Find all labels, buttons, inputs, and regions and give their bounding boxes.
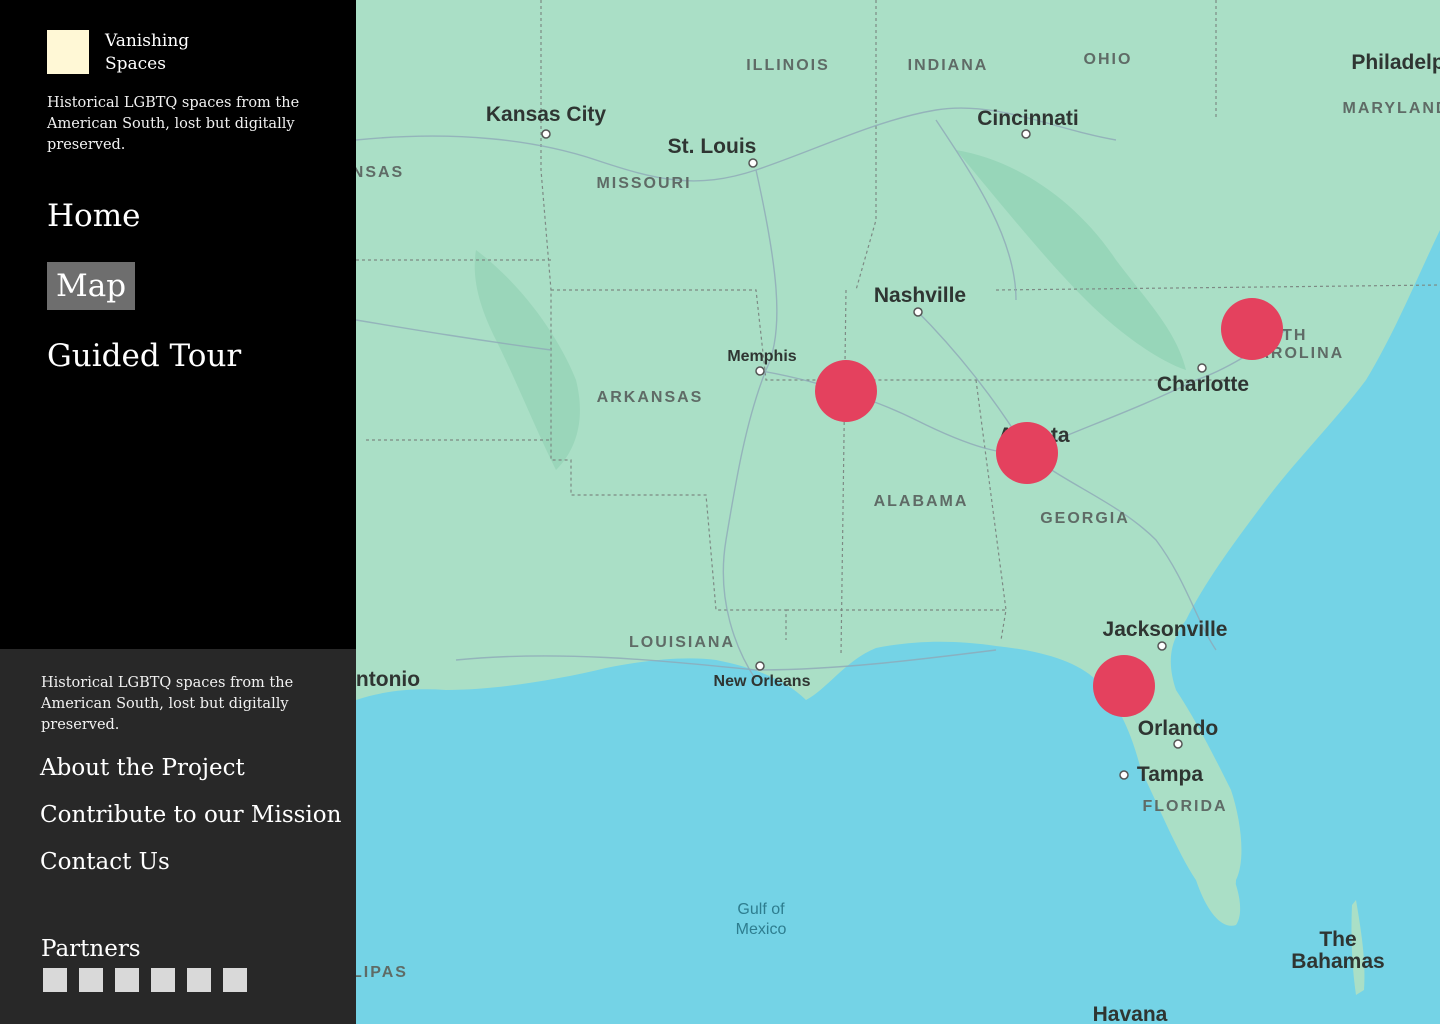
site-tagline: Historical LGBTQ spaces from the America… — [47, 95, 300, 153]
state-label-louisiana: LOUISIANA — [629, 634, 735, 651]
map-canvas[interactable]: ILLINOIS INDIANA OHIO MARYLAND MISSOURI … — [356, 0, 1440, 1024]
city-label-cincinnati: Cincinnati — [977, 107, 1079, 130]
location-marker[interactable] — [815, 360, 877, 422]
partner-logo[interactable] — [151, 968, 175, 992]
state-label-ohio: OHIO — [1083, 51, 1133, 68]
city-label-havana: Havana — [1092, 1003, 1168, 1024]
sidebar: Vanishing Spaces Historical LGBTQ spaces… — [0, 0, 356, 1024]
partner-logo[interactable] — [223, 968, 247, 992]
city-label-jacksonville: Jacksonville — [1102, 618, 1228, 641]
app-root: Vanishing Spaces Historical LGBTQ spaces… — [0, 0, 1440, 1024]
city-label-tampa: Tampa — [1136, 763, 1204, 786]
state-label-arkansas: ARKANSAS — [596, 389, 704, 406]
partner-logo[interactable] — [187, 968, 211, 992]
footer-links: About the Project Contribute to our Miss… — [40, 752, 341, 893]
state-label-maryland: MARYLAND — [1342, 100, 1440, 117]
city-label-kansas-city: Kansas City — [485, 103, 607, 126]
nav-home[interactable]: Home — [47, 192, 140, 240]
contact-link[interactable]: Contact Us — [40, 846, 341, 878]
brand[interactable]: Vanishing Spaces — [47, 30, 225, 76]
map-background — [356, 0, 1440, 1024]
state-label-alabama: ALABAMA — [873, 493, 969, 510]
about-link[interactable]: About the Project — [40, 752, 341, 784]
city-label-philadelphia: Philadelp — [1351, 51, 1440, 74]
water-label-bahamas: The Bahamas — [1291, 928, 1385, 973]
state-label-tamaulipas: LIPAS — [356, 964, 408, 981]
city-label-san-antonio: ntonio — [356, 668, 421, 691]
state-label-kansas: NSAS — [356, 164, 405, 181]
brand-name: Vanishing Spaces — [105, 31, 190, 74]
state-label-georgia: GEORGIA — [1040, 510, 1130, 527]
city-label-charlotte: Charlotte — [1156, 373, 1250, 396]
main-nav: Home Map Guided Tour — [47, 192, 241, 402]
nav-map[interactable]: Map — [47, 262, 136, 310]
state-label-missouri: MISSOURI — [596, 175, 692, 192]
location-marker[interactable] — [996, 422, 1058, 484]
location-marker[interactable] — [1093, 655, 1155, 717]
partners-title: Partners — [41, 936, 141, 962]
state-label-florida: FLORIDA — [1142, 798, 1228, 815]
nav-guided-tour[interactable]: Guided Tour — [47, 332, 241, 380]
contribute-link[interactable]: Contribute to our Mission — [40, 799, 341, 831]
city-label-new-orleans: New Orleans — [713, 673, 811, 690]
footer-tagline: Historical LGBTQ spaces from the America… — [41, 675, 294, 733]
partner-logo[interactable] — [79, 968, 103, 992]
city-label-memphis: Memphis — [727, 348, 797, 365]
city-label-st-louis: St. Louis — [667, 135, 757, 158]
sidebar-header: Vanishing Spaces Historical LGBTQ spaces… — [0, 0, 356, 649]
partner-logo[interactable] — [43, 968, 67, 992]
partners-logos — [43, 968, 247, 992]
location-marker[interactable] — [1221, 298, 1283, 360]
state-label-indiana: INDIANA — [907, 57, 989, 74]
sidebar-footer: Historical LGBTQ spaces from the America… — [0, 649, 356, 1024]
city-label-nashville: Nashville — [873, 284, 967, 307]
partner-logo[interactable] — [115, 968, 139, 992]
logo-icon — [47, 30, 89, 74]
city-label-orlando: Orlando — [1137, 717, 1219, 740]
state-label-illinois: ILLINOIS — [746, 57, 830, 74]
water-label-gulf-of-mexico: Gulf of Mexico — [735, 901, 787, 938]
